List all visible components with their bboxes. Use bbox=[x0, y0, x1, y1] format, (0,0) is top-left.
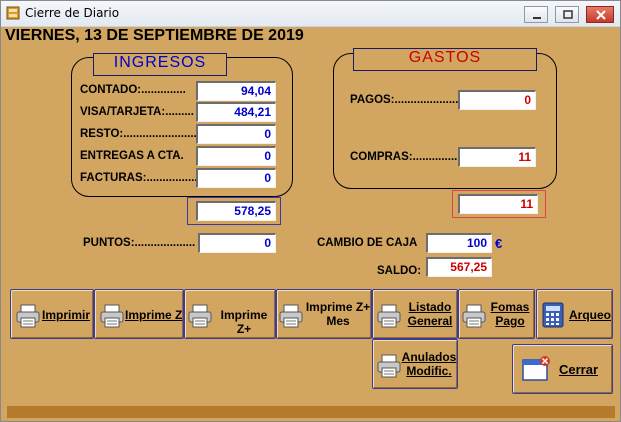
close-window-button[interactable] bbox=[586, 6, 614, 23]
app-icon bbox=[6, 6, 20, 20]
visa-tarjeta-field[interactable]: 484,21 bbox=[196, 102, 276, 122]
title-bar: Cierre de Diario bbox=[1, 1, 620, 27]
arqueo-label: Arqueo bbox=[569, 308, 611, 322]
facturas-label: FACTURAS:................ bbox=[80, 172, 198, 184]
listado-general-button[interactable]: Listado General bbox=[372, 289, 458, 339]
saldo-label: SALDO: bbox=[377, 265, 422, 277]
gastos-title: GASTOS bbox=[353, 48, 537, 71]
resto-field[interactable]: 0 bbox=[196, 124, 276, 144]
window-title: Cierre de Diario bbox=[25, 6, 120, 20]
imprime-z-mes-label: Imprime Z+ Mes bbox=[305, 300, 371, 328]
cierre-diario-window: Cierre de Diario VIERNES, 13 DE SEPTIEMB… bbox=[0, 0, 621, 422]
page-title: VIERNES, 13 DE SEPTIEMBRE DE 2019 bbox=[5, 27, 304, 44]
minimize-button[interactable] bbox=[524, 6, 548, 23]
printer-icon bbox=[16, 304, 40, 328]
close-icon bbox=[596, 10, 606, 20]
printer-icon bbox=[377, 304, 401, 328]
printer-icon bbox=[279, 304, 303, 328]
imprimir-label: Imprimir bbox=[42, 308, 91, 322]
arqueo-button[interactable]: Arqueo bbox=[536, 289, 613, 339]
ingresos-title: INGRESOS bbox=[93, 53, 227, 76]
anulados-modific-button[interactable]: Anulados Modific. bbox=[372, 339, 458, 389]
maximize-button[interactable] bbox=[555, 6, 579, 23]
imprimir-button[interactable]: Imprimir bbox=[10, 289, 94, 339]
ingresos-total-field: 578,25 bbox=[196, 201, 276, 221]
cambio-caja-field[interactable]: 100 bbox=[426, 233, 492, 253]
contado-label: CONTADO:.............. bbox=[80, 84, 186, 96]
footer-bar bbox=[7, 406, 615, 418]
calculator-icon bbox=[542, 302, 564, 328]
imprime-z-button[interactable]: Imprime Z bbox=[94, 289, 184, 339]
printer-icon bbox=[377, 354, 401, 378]
imprime-z-mes-button[interactable]: Imprime Z+ Mes bbox=[276, 289, 372, 339]
entregas-cta-field[interactable]: 0 bbox=[196, 146, 276, 166]
puntos-label: PUNTOS:................... bbox=[83, 237, 196, 249]
imprime-z-plus-button[interactable]: Imprime Z+ bbox=[184, 289, 276, 339]
cerrar-button[interactable]: Cerrar bbox=[512, 344, 613, 394]
printer-icon bbox=[188, 304, 212, 328]
gastos-total-field: 11 bbox=[458, 194, 538, 214]
imprime-z-plus-label: Imprime Z+ bbox=[220, 308, 268, 336]
gastos-panel bbox=[333, 53, 557, 189]
euro-symbol: € bbox=[495, 236, 503, 251]
close-window-icon bbox=[522, 356, 550, 381]
visa-tarjeta-label: VISA/TARJETA:......... bbox=[80, 106, 194, 118]
saldo-field: 567,25 bbox=[426, 257, 492, 277]
resto-label: RESTO:........................ bbox=[80, 128, 200, 140]
cerrar-label: Cerrar bbox=[559, 362, 599, 377]
printer-icon bbox=[100, 304, 124, 328]
restore-icon bbox=[563, 10, 573, 19]
facturas-field[interactable]: 0 bbox=[196, 168, 276, 188]
entregas-cta-label: ENTREGAS A CTA. bbox=[80, 150, 184, 162]
listado-general-label: Listado General bbox=[407, 300, 453, 328]
pagos-field[interactable]: 0 bbox=[458, 90, 536, 110]
contado-field[interactable]: 94,04 bbox=[196, 81, 276, 101]
minimize-icon bbox=[533, 17, 541, 19]
fomas-pago-label: Fomas Pago bbox=[490, 300, 530, 328]
anulados-modific-label: Anulados Modific. bbox=[401, 350, 457, 378]
printer-icon bbox=[462, 304, 486, 328]
fomas-pago-button[interactable]: Fomas Pago bbox=[458, 289, 535, 339]
imprime-z-label: Imprime Z bbox=[125, 308, 183, 322]
compras-field[interactable]: 11 bbox=[458, 147, 536, 167]
cambio-caja-label: CAMBIO DE CAJA bbox=[317, 237, 418, 249]
puntos-field[interactable]: 0 bbox=[198, 233, 276, 253]
